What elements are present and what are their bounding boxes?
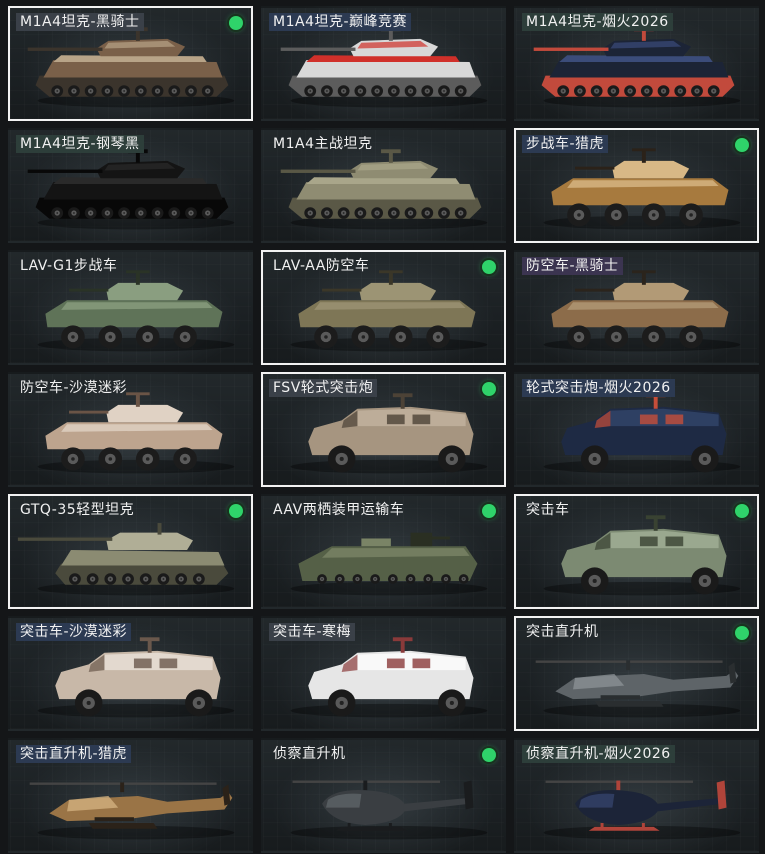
status-dot-icon — [735, 626, 749, 640]
vehicle-card[interactable]: 突击车-沙漠迷彩 — [8, 616, 253, 731]
vehicle-name: FSV轮式突击炮 — [269, 379, 378, 397]
vehicle-name: 突击直升机 — [526, 624, 599, 640]
vehicle-name: M1A4坦克-黑骑士 — [16, 13, 144, 31]
status-dot-icon — [482, 504, 496, 518]
vehicle-card[interactable]: 侦察直升机 — [261, 738, 506, 853]
vehicle-card[interactable]: 防空车-沙漠迷彩 — [8, 372, 253, 487]
vehicle-name: M1A4坦克-巅峰竞赛 — [269, 13, 412, 31]
vehicle-name: LAV-G1步战车 — [20, 258, 118, 274]
vehicle-card[interactable]: 突击直升机 — [514, 616, 759, 731]
vehicle-card[interactable]: 突击车-寒梅 — [261, 616, 506, 731]
status-dot-icon — [482, 748, 496, 762]
status-dot-icon — [735, 138, 749, 152]
vehicle-name: 突击车-沙漠迷彩 — [16, 623, 132, 641]
vehicle-card[interactable]: GTQ-35轻型坦克 — [8, 494, 253, 609]
vehicle-name: M1A4坦克-烟火2026 — [522, 13, 673, 31]
vehicle-name: 侦察直升机 — [273, 746, 346, 762]
vehicle-name: GTQ-35轻型坦克 — [20, 502, 135, 518]
vehicle-name: 防空车-黑骑士 — [522, 257, 623, 275]
vehicle-card[interactable]: 突击车 — [514, 494, 759, 609]
vehicle-name: 突击车 — [526, 502, 570, 518]
vehicle-name: 防空车-沙漠迷彩 — [20, 380, 128, 396]
vehicle-card[interactable]: M1A4坦克-巅峰竞赛 — [261, 6, 506, 121]
vehicle-card[interactable]: LAV-G1步战车 — [8, 250, 253, 365]
vehicle-name: 突击车-寒梅 — [269, 623, 356, 641]
vehicle-name: AAV两栖装甲运输车 — [273, 502, 405, 518]
vehicle-card[interactable]: M1A4坦克-烟火2026 — [514, 6, 759, 121]
vehicle-name: 步战车-猎虎 — [522, 135, 609, 153]
vehicle-card[interactable]: 轮式突击炮-烟火2026 — [514, 372, 759, 487]
status-dot-icon — [229, 504, 243, 518]
vehicle-name: M1A4主战坦克 — [273, 136, 373, 152]
status-dot-icon — [229, 16, 243, 30]
vehicle-name: 轮式突击炮-烟火2026 — [522, 379, 675, 397]
vehicle-card[interactable]: AAV两栖装甲运输车 — [261, 494, 506, 609]
vehicle-card[interactable]: LAV-AA防空车 — [261, 250, 506, 365]
vehicle-card[interactable]: 突击直升机-猎虎 — [8, 738, 253, 853]
vehicle-card[interactable]: 步战车-猎虎 — [514, 128, 759, 243]
vehicle-card[interactable]: M1A4坦克-钢琴黑 — [8, 128, 253, 243]
status-dot-icon — [735, 504, 749, 518]
vehicle-card[interactable]: FSV轮式突击炮 — [261, 372, 506, 487]
status-dot-icon — [482, 382, 496, 396]
vehicle-name: 侦察直升机-烟火2026 — [522, 745, 675, 763]
status-dot-icon — [482, 260, 496, 274]
vehicle-skin-grid: M1A4坦克-黑骑士 M1A4坦克-巅峰竞赛 M1A4坦克-烟火2026 M1A… — [0, 0, 765, 854]
vehicle-card[interactable]: 防空车-黑骑士 — [514, 250, 759, 365]
vehicle-name: LAV-AA防空车 — [273, 258, 370, 274]
vehicle-card[interactable]: M1A4坦克-黑骑士 — [8, 6, 253, 121]
vehicle-card[interactable]: M1A4主战坦克 — [261, 128, 506, 243]
vehicle-name: 突击直升机-猎虎 — [16, 745, 132, 763]
vehicle-name: M1A4坦克-钢琴黑 — [16, 135, 144, 153]
vehicle-card[interactable]: 侦察直升机-烟火2026 — [514, 738, 759, 853]
